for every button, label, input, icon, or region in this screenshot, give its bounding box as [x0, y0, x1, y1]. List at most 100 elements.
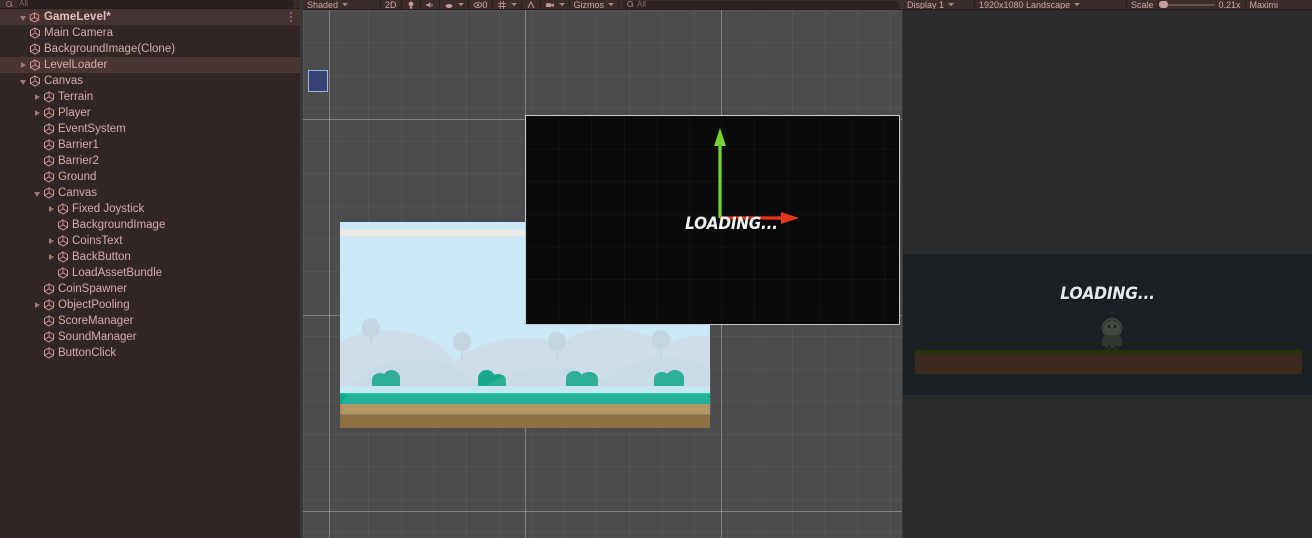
hierarchy-item-label: BackButton — [72, 250, 131, 263]
hierarchy-item-coinstext[interactable]: CoinsText — [0, 233, 300, 249]
gameobject-icon — [29, 75, 41, 87]
display-dropdown[interactable]: Display 1 — [903, 0, 975, 9]
snap-increment-button[interactable] — [522, 0, 541, 9]
foldout-arrow — [32, 348, 43, 359]
foldout-arrow — [32, 284, 43, 295]
hierarchy-item-objectpooling[interactable]: ObjectPooling — [0, 297, 300, 313]
gameobject-icon — [57, 267, 69, 279]
gizmo-x-arrow[interactable] — [781, 212, 799, 224]
hierarchy-item-scoremanager[interactable]: ScoreManager — [0, 313, 300, 329]
hierarchy-item-levelloader[interactable]: LevelLoader — [0, 57, 300, 73]
foldout-arrow — [32, 124, 43, 135]
lighting-toggle-button[interactable] — [402, 0, 421, 9]
gameobject-icon — [43, 299, 55, 311]
gameobject-icon — [57, 203, 69, 215]
scene-loading-text: LOADING... — [685, 214, 778, 234]
hierarchy-item-label: EventSystem — [58, 122, 126, 135]
chevron-down-icon — [1074, 3, 1081, 6]
hierarchy-item-eventsystem[interactable]: EventSystem — [0, 121, 300, 137]
hierarchy-item-soundmanager[interactable]: SoundManager — [0, 329, 300, 345]
foldout-arrow — [32, 172, 43, 183]
search-icon — [627, 1, 634, 8]
gameobject-icon — [43, 171, 55, 183]
hierarchy-search-bar[interactable]: All — [0, 0, 300, 9]
hierarchy-item-canvas[interactable]: Canvas — [0, 185, 300, 201]
hierarchy-item-label: Canvas — [58, 186, 97, 199]
game-frame: LOADING... — [903, 254, 1312, 395]
foldout-arrow — [32, 140, 43, 151]
foldout-arrow[interactable] — [18, 60, 29, 71]
eye-icon — [473, 1, 482, 8]
hierarchy-item-barrier1[interactable]: Barrier1 — [0, 137, 300, 153]
game-view-toolbar: Display 1 1920x1080 Landscape Scale 0.21… — [903, 0, 1312, 10]
scene-options-kebab-icon[interactable] — [289, 12, 292, 22]
hierarchy-item-backgroundimage-clone[interactable]: BackgroundImage(Clone) — [0, 41, 300, 57]
foldout-arrow[interactable] — [32, 108, 43, 119]
gameobject-icon — [43, 107, 55, 119]
scale-slider[interactable] — [1158, 0, 1215, 9]
hierarchy-item-label: SoundManager — [58, 330, 137, 343]
hierarchy-item-coinspawner[interactable]: CoinSpawner — [0, 281, 300, 297]
foldout-arrow[interactable] — [46, 204, 57, 215]
maximize-on-play-button[interactable]: Maximi — [1246, 0, 1283, 9]
gameobject-icon — [57, 251, 69, 263]
grid-visibility-button[interactable] — [493, 0, 522, 9]
hierarchy-item-player[interactable]: Player — [0, 105, 300, 121]
foldout-arrow[interactable] — [46, 252, 57, 263]
gameobject-icon — [43, 139, 55, 151]
hierarchy-item-barrier2[interactable]: Barrier2 — [0, 153, 300, 169]
hierarchy-item-main-camera[interactable]: Main Camera — [0, 25, 300, 41]
hidden-objects-button[interactable]: 0 — [469, 0, 493, 9]
hierarchy-search-input[interactable]: All — [17, 0, 294, 8]
gameobject-icon — [43, 347, 55, 359]
hierarchy-item-label: Barrier1 — [58, 138, 99, 151]
audio-toggle-button[interactable] — [421, 0, 440, 9]
foldout-arrow — [18, 28, 29, 39]
hierarchy-item-ground[interactable]: Ground — [0, 169, 300, 185]
foldout-arrow[interactable] — [32, 92, 43, 103]
chevron-down-icon — [510, 3, 517, 6]
hierarchy-item-terrain[interactable]: Terrain — [0, 89, 300, 105]
gameobject-icon — [29, 43, 41, 55]
scene-name-label: GameLevel* — [44, 11, 111, 23]
hierarchy-scene-row[interactable]: GameLevel* — [0, 9, 300, 25]
hierarchy-item-label: ScoreManager — [58, 314, 134, 327]
unity-editor-window: All GameLevel* Main Camera BackgroundImag… — [0, 0, 1312, 538]
scene-view-panel: Shaded 2D 0 Gizmos All LOADING... — [303, 0, 902, 538]
hierarchy-item-fixed-joystick[interactable]: Fixed Joystick — [0, 201, 300, 217]
gizmo-y-arrow[interactable] — [714, 128, 726, 146]
game-render-area[interactable]: LOADING... — [903, 10, 1312, 538]
scale-slider-knob[interactable] — [1158, 1, 1168, 8]
foldout-arrow — [32, 156, 43, 167]
hierarchy-item-label: LoadAssetBundle — [72, 266, 163, 279]
ground-strip — [915, 350, 1302, 374]
player-sprite — [1099, 318, 1125, 350]
effects-toggle-button[interactable] — [440, 0, 469, 9]
gameobject-icon — [43, 283, 55, 295]
hierarchy-item-backgroundimage[interactable]: BackgroundImage — [0, 217, 300, 233]
gizmo-plane-handle[interactable] — [308, 70, 328, 92]
hierarchy-item-loadassetbundle[interactable]: LoadAssetBundle — [0, 265, 300, 281]
foldout-arrow[interactable] — [18, 76, 29, 87]
selection-dimmed-art — [341, 223, 711, 429]
grid-major-line — [329, 10, 330, 538]
resolution-dropdown[interactable]: 1920x1080 Landscape — [975, 0, 1127, 9]
scene-camera-button[interactable] — [541, 0, 570, 9]
toggle-2d-button[interactable]: 2D — [381, 0, 402, 9]
foldout-arrow[interactable] — [32, 300, 43, 311]
search-icon — [6, 0, 13, 8]
hierarchy-item-buttonclick[interactable]: ButtonClick — [0, 345, 300, 361]
chevron-down-icon — [558, 3, 565, 6]
hierarchy-item-label: Terrain — [58, 90, 94, 103]
snap-icon — [527, 0, 534, 8]
scene-search-input[interactable]: All — [623, 0, 898, 9]
hierarchy-panel: All GameLevel* Main Camera BackgroundImag… — [0, 0, 300, 538]
transform-gizmo[interactable] — [705, 120, 805, 225]
shading-mode-dropdown[interactable]: Shaded — [303, 0, 381, 9]
hierarchy-item-backbutton[interactable]: BackButton — [0, 249, 300, 265]
foldout-arrow[interactable] — [46, 236, 57, 247]
scene-foldout-arrow[interactable] — [18, 12, 29, 23]
gizmos-dropdown[interactable]: Gizmos — [570, 0, 620, 9]
foldout-arrow[interactable] — [32, 188, 43, 199]
hierarchy-item-canvas[interactable]: Canvas — [0, 73, 300, 89]
